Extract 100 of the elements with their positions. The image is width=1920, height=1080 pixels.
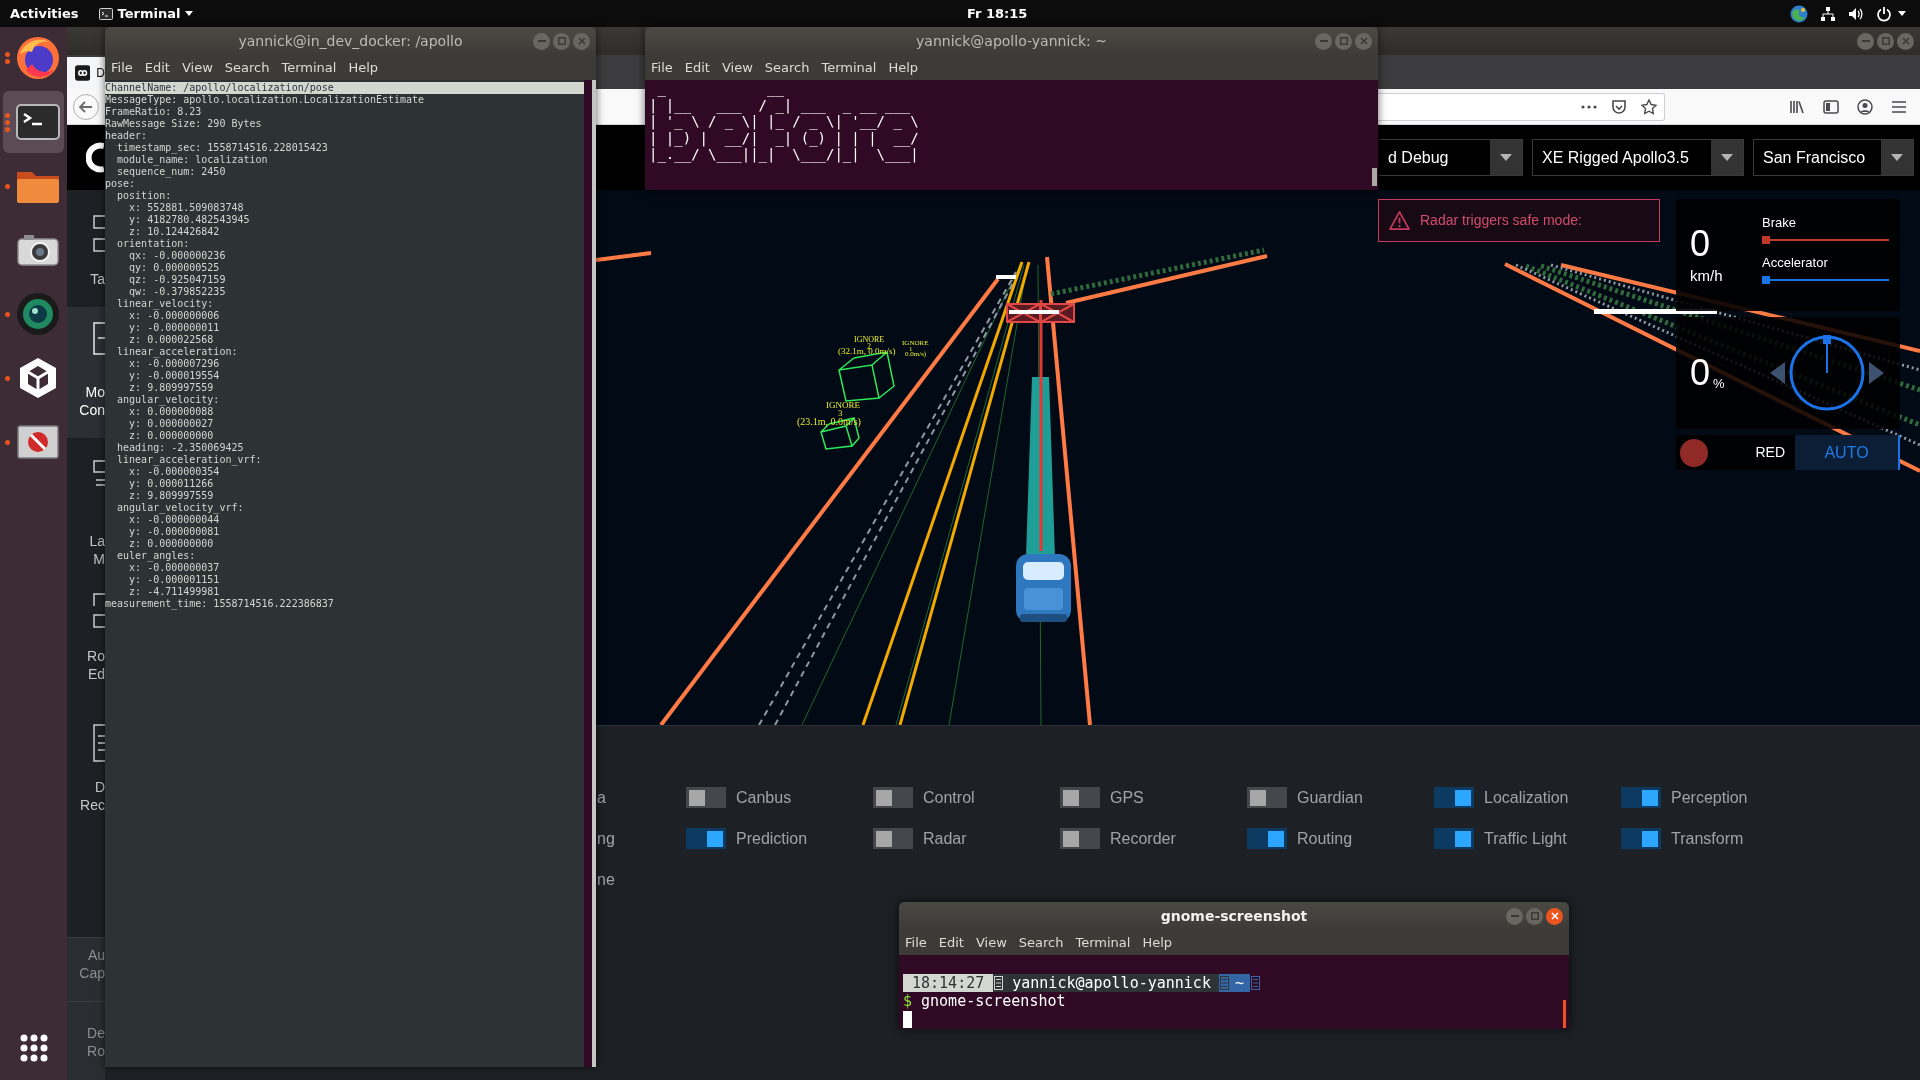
caret-icon[interactable]	[1898, 11, 1906, 16]
close-button[interactable]	[1546, 907, 1563, 925]
layers-icon	[93, 460, 105, 486]
toggle-switch[interactable]	[686, 828, 726, 849]
menu-item[interactable]: File	[645, 57, 679, 78]
output-line: qw: -0.379852235	[129, 286, 226, 297]
star-icon[interactable]	[1641, 98, 1657, 115]
menu-item[interactable]: Help	[342, 57, 385, 78]
menu-item[interactable]: View	[969, 932, 1013, 953]
dropdown[interactable]: d Debug	[1379, 139, 1523, 176]
output-line: FrameRatio: 8.23	[105, 106, 202, 117]
maximize-icon	[557, 37, 566, 45]
prompt-directory: ~	[1233, 974, 1245, 992]
menu-icon[interactable]	[1891, 99, 1907, 114]
toggle-switch[interactable]	[1434, 787, 1474, 808]
window-title: gnome-screenshot	[1160, 906, 1308, 926]
toggle-switch[interactable]	[686, 787, 726, 808]
output-line: linear_acceleration_vrf:	[117, 454, 262, 465]
sidebar-item[interactable]: Ta	[67, 190, 105, 307]
toggle-switch[interactable]	[1621, 787, 1661, 808]
url-field[interactable]	[1378, 92, 1665, 121]
output-line: z: 0.000000000	[129, 538, 214, 549]
output-line: angular_velocity_vrf:	[117, 502, 244, 513]
steering-value: 0	[1690, 355, 1711, 391]
infinity-logo-icon	[75, 65, 91, 81]
sidebar-item[interactable]: Au Cap	[67, 937, 105, 1001]
browser-tab[interactable]: D	[67, 57, 105, 89]
output-line: timestamp_sec: 1558714516.228015423	[117, 142, 328, 153]
slider-thumb[interactable]	[1762, 276, 1770, 284]
menu-item[interactable]: Edit	[932, 932, 970, 953]
menu-item[interactable]: Edit	[138, 57, 176, 78]
caret-icon	[1891, 154, 1903, 161]
toggle-switch[interactable]	[873, 828, 913, 849]
toggle-switch[interactable]	[1247, 828, 1287, 849]
dock-item[interactable]	[3, 91, 64, 153]
output-line: x: -0.000000354	[129, 466, 220, 477]
toggle-switch[interactable]	[873, 787, 913, 808]
warning-icon	[1389, 211, 1410, 230]
scrollbar[interactable]	[592, 80, 596, 1067]
close-icon	[1359, 37, 1368, 45]
prompt-time: 18:14:27	[903, 974, 994, 992]
menu-item[interactable]: Terminal	[275, 57, 343, 78]
power-icon[interactable]	[1876, 5, 1892, 22]
menu-item[interactable]: File	[899, 932, 933, 953]
pocket-icon[interactable]	[1611, 98, 1627, 115]
missing-glyph-icon	[994, 976, 1004, 990]
output-line: measurement_time: 1558714516.222386837	[105, 598, 334, 609]
output-line: qx: -0.000000236	[129, 250, 226, 261]
menu-item[interactable]: Search	[218, 57, 276, 78]
driving-mode-button[interactable]: AUTO	[1795, 435, 1900, 470]
output-line: y: -0.000000081	[129, 526, 220, 537]
menu-item[interactable]: View	[715, 57, 759, 78]
menu-item[interactable]: File	[105, 57, 139, 78]
menu-item[interactable]: Edit	[678, 57, 716, 78]
ascii-art-text: _ __ | |__ ___ / _| ___ _ __ ___ | '_ \ / _ \| |_ / _ \| '__/ _ \ | |_) | __/| _| (_) | | | __/ |_.__/ \___||_| \___/|_| \___|	[649, 80, 919, 163]
network-icon[interactable]	[1820, 5, 1836, 22]
sidebar-item[interactable]: D Rec	[67, 700, 105, 831]
globe-icon[interactable]	[1790, 4, 1808, 23]
toggle-switch[interactable]	[1060, 787, 1100, 808]
maximize-icon	[1530, 912, 1539, 920]
slider-thumb[interactable]	[1762, 236, 1770, 244]
output-line: z: 9.809997559	[129, 382, 214, 393]
output-line: y: 0.000000027	[129, 418, 214, 429]
obstacle-id: 3	[838, 409, 843, 418]
minimize-icon	[537, 40, 546, 42]
maximize-button[interactable]	[1877, 32, 1894, 50]
library-icon[interactable]	[1789, 98, 1805, 115]
menu-item[interactable]: Search	[1012, 932, 1070, 953]
menu-item[interactable]: Help	[1136, 932, 1179, 953]
activities-button[interactable]: Activities	[10, 3, 79, 24]
sidebar-item[interactable]: La M	[67, 438, 105, 569]
menu-item[interactable]: Terminal	[815, 57, 883, 78]
clock[interactable]: Fr 18:15	[967, 3, 1028, 24]
toggle-switch[interactable]	[1247, 787, 1287, 808]
alert-text: Radar triggers safe mode:	[1420, 211, 1582, 230]
dropdown[interactable]: San Francisco	[1753, 139, 1914, 176]
menu-item[interactable]: Terminal	[1069, 932, 1137, 953]
sidebar-icon[interactable]	[1823, 98, 1839, 115]
account-icon[interactable]	[1857, 98, 1873, 115]
toggle-switch[interactable]	[1621, 828, 1661, 849]
sidebar-item[interactable]: De Ro	[67, 1001, 105, 1080]
menu-item[interactable]: View	[175, 57, 219, 78]
menu-item[interactable]: Search	[758, 57, 816, 78]
scrollbar[interactable]	[1372, 168, 1377, 186]
speed-unit: km/h	[1690, 268, 1723, 284]
toggle-switch[interactable]	[1060, 828, 1100, 849]
more-actions-icon[interactable]	[1581, 104, 1597, 109]
sidebar-item[interactable]: Mo Con	[67, 307, 105, 438]
close-icon	[1901, 37, 1910, 45]
output-line: z: 9.809997559	[129, 490, 214, 501]
output-line: angular_velocity:	[117, 394, 220, 405]
dropdown[interactable]: XE Rigged Apollo3.5	[1532, 139, 1744, 176]
app-menu[interactable]: Terminal	[98, 3, 194, 24]
module-label: ne	[597, 870, 615, 888]
scrollbar[interactable]	[1563, 1000, 1566, 1028]
output-line: y: 4182780.482543945	[129, 214, 250, 225]
sidebar-item[interactable]: Ro Ed	[67, 569, 105, 700]
minimize-button[interactable]	[1857, 32, 1874, 50]
toggle-switch[interactable]	[1434, 828, 1474, 849]
menu-item[interactable]: Help	[882, 57, 925, 78]
